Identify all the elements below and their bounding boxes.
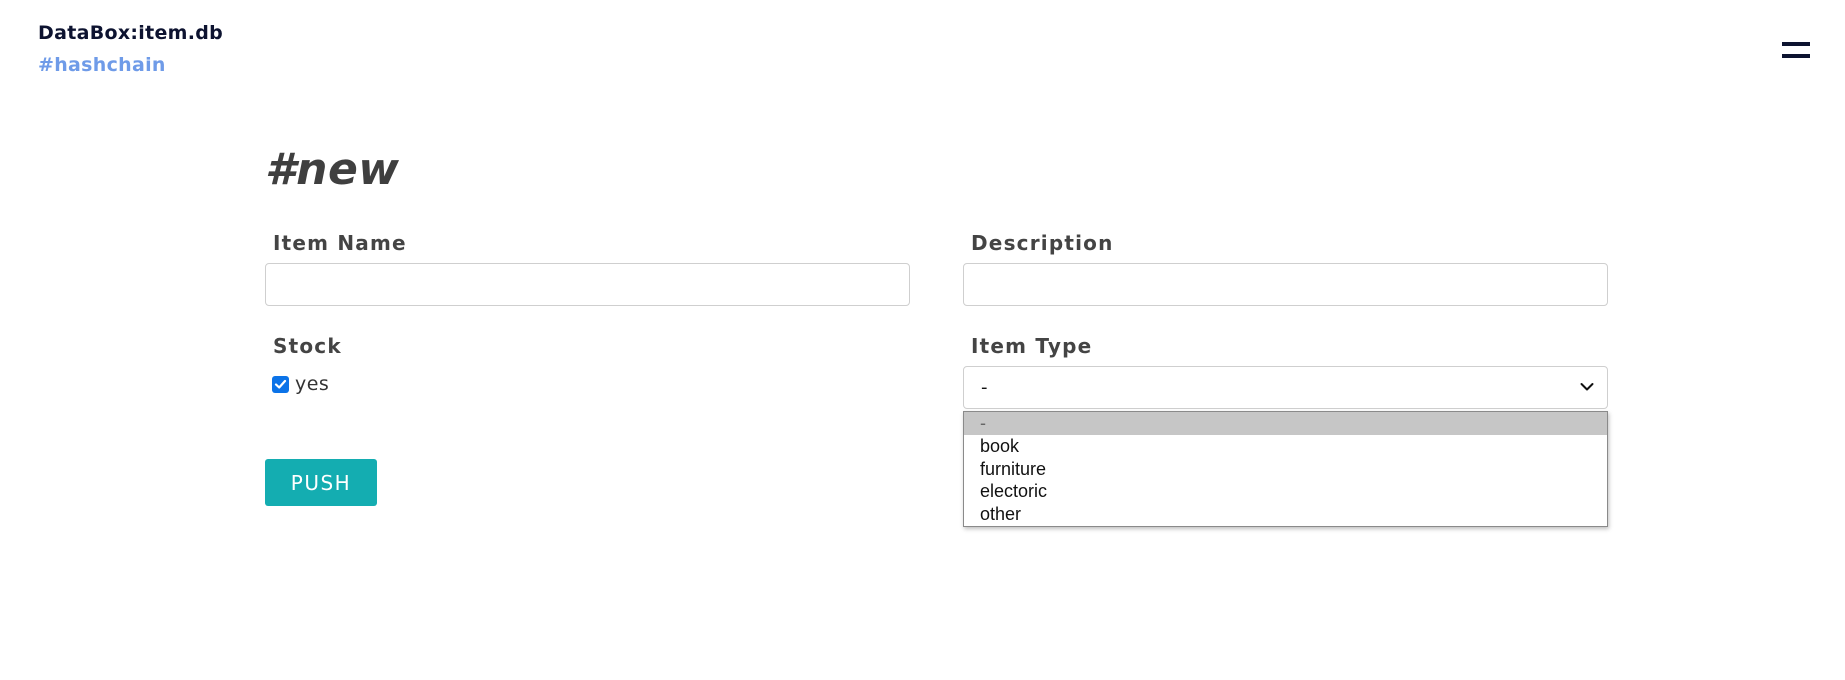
- hashchain-link[interactable]: #hashchain: [38, 54, 166, 76]
- stock-checkbox-label[interactable]: yes: [295, 373, 329, 395]
- menu-bar-bottom: [1782, 54, 1810, 58]
- push-button[interactable]: PUSH: [265, 459, 377, 506]
- item-type-dropdown: - book furniture electoric other: [963, 411, 1608, 527]
- chevron-down-icon: [1580, 383, 1594, 391]
- item-type-option[interactable]: other: [964, 503, 1607, 526]
- stock-checkbox[interactable]: [272, 376, 289, 393]
- app-title: DataBox:item.db: [38, 22, 224, 44]
- item-type-option[interactable]: -: [964, 412, 1607, 435]
- item-type-option[interactable]: electoric: [964, 480, 1607, 503]
- item-type-option[interactable]: furniture: [964, 458, 1607, 481]
- item-type-option[interactable]: book: [964, 435, 1607, 458]
- item-type-label: Item Type: [971, 334, 1093, 358]
- stock-label: Stock: [273, 334, 342, 358]
- menu-bar-top: [1782, 42, 1810, 46]
- checkmark-icon: [274, 379, 287, 389]
- item-name-input[interactable]: [265, 263, 910, 306]
- item-type-selected-value: -: [981, 377, 988, 398]
- item-name-label: Item Name: [273, 231, 407, 255]
- item-type-select[interactable]: -: [963, 366, 1608, 409]
- page-title: #new: [265, 144, 400, 195]
- description-label: Description: [971, 231, 1114, 255]
- description-input[interactable]: [963, 263, 1608, 306]
- hamburger-menu-icon[interactable]: [1782, 40, 1810, 62]
